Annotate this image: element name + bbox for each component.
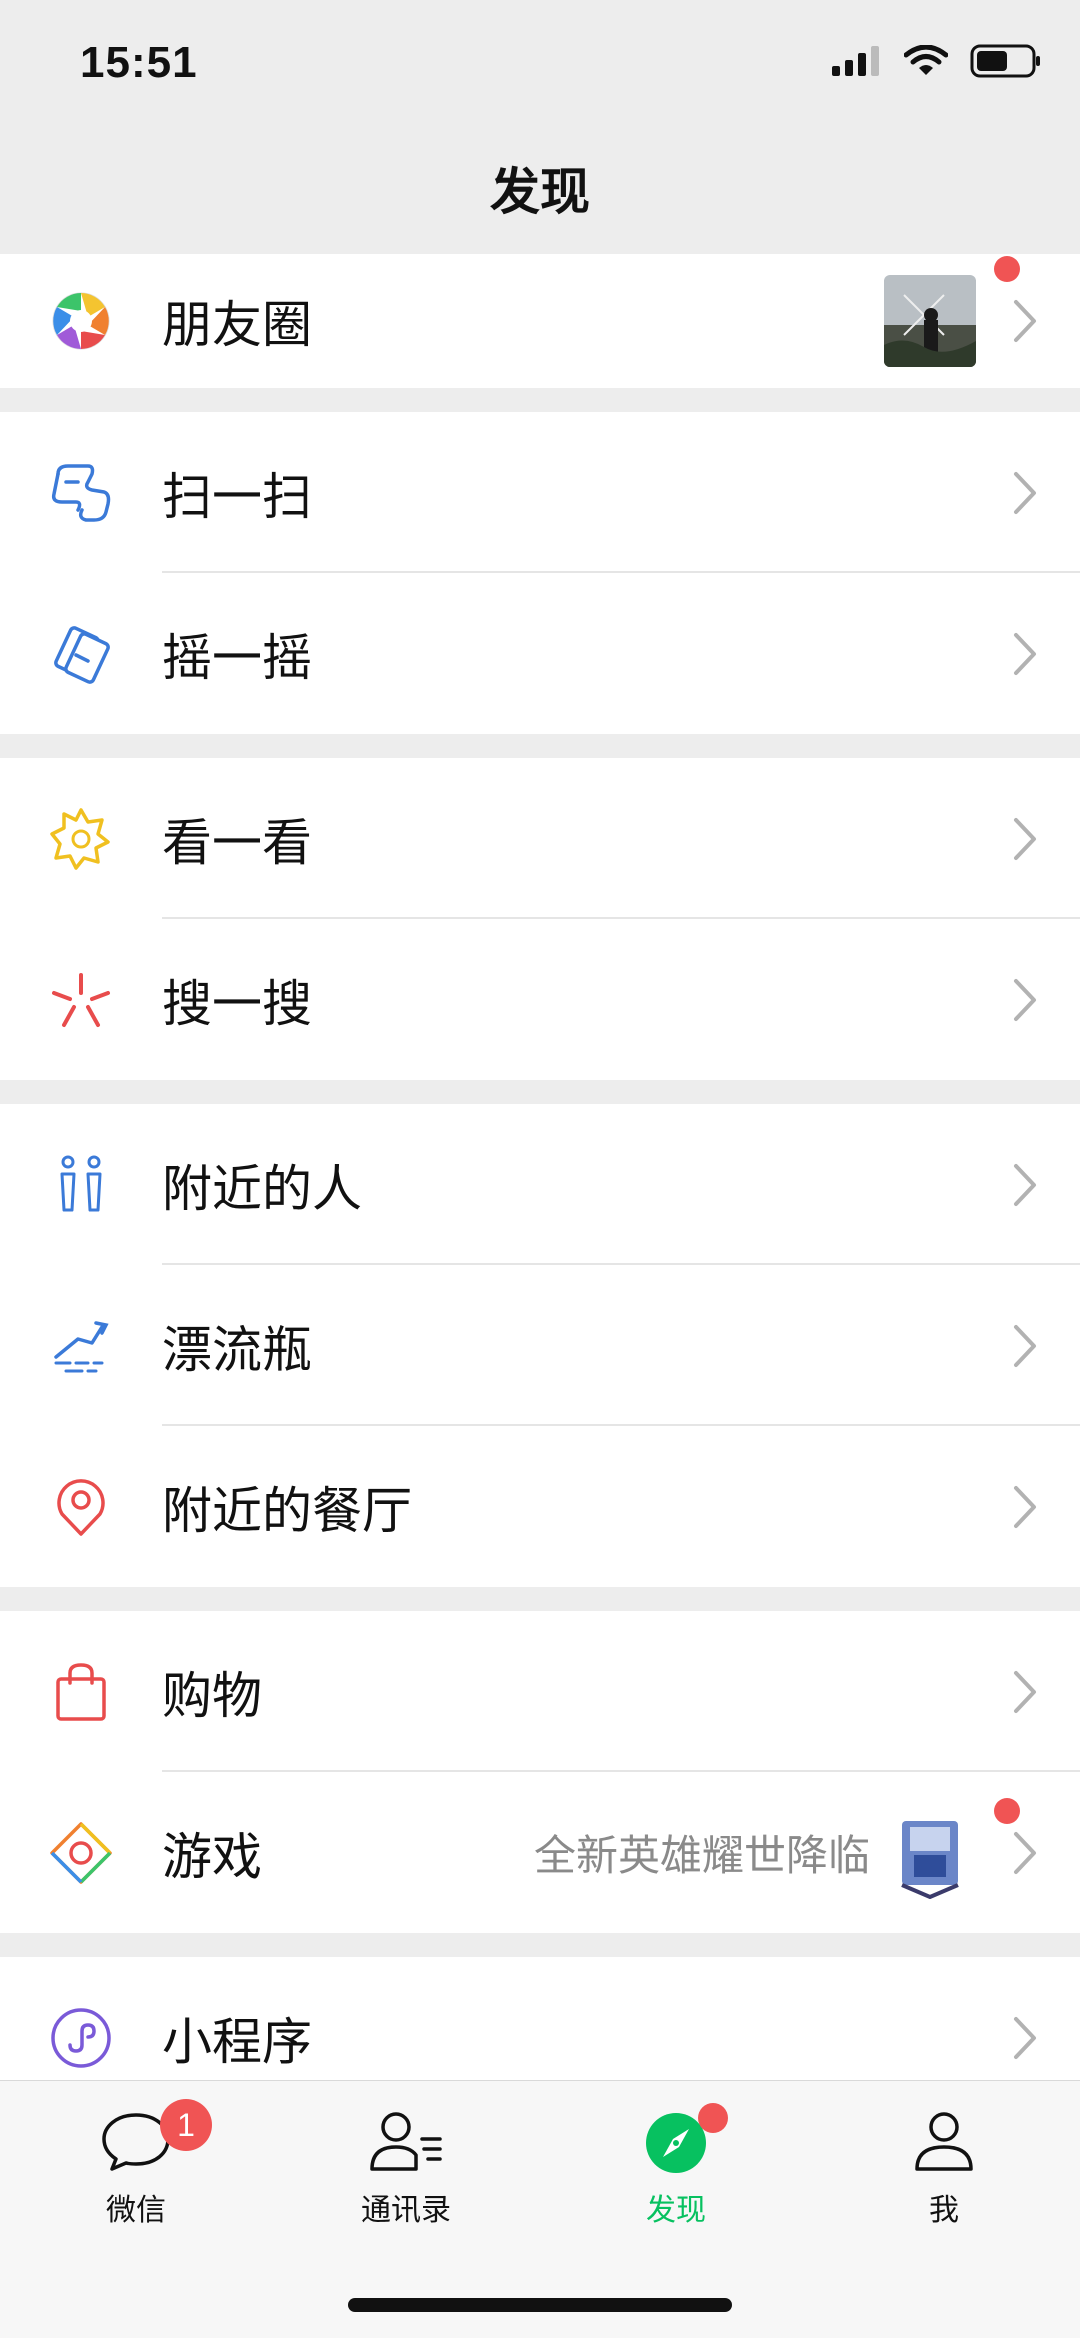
chevron-right-icon [1014, 1831, 1036, 1874]
shake-icon [54, 625, 110, 684]
tab-contacts[interactable]: 通讯录 [306, 2109, 506, 2229]
shake-label: 摇一摇 [162, 628, 312, 687]
discover-new-dot [698, 2103, 728, 2133]
list-item-drift-bottle[interactable]: 漂流瓶 [0, 1265, 1080, 1426]
location-pin-icon [57, 1478, 105, 1536]
games-thumbnail [884, 1807, 976, 1899]
restaurants-nearby-label: 附近的餐厅 [162, 1481, 412, 1540]
chevron-right-icon [1014, 1485, 1036, 1528]
group-moments: 朋友圈 [0, 254, 1080, 388]
top-stories-label: 看一看 [162, 813, 312, 872]
people-nearby-icon [60, 1155, 102, 1211]
chevron-right-icon [1014, 1324, 1036, 1367]
chevron-right-icon [1014, 817, 1036, 860]
group-shop-games: 购物 游戏 全新英雄耀世降临 [0, 1611, 1080, 1933]
nav-bar: 发现 [0, 130, 1080, 254]
tab-contacts-label: 通讯录 [361, 2193, 451, 2228]
list-item-top-stories[interactable]: 看一看 [0, 758, 1080, 919]
list-item-people-nearby[interactable]: 附近的人 [0, 1104, 1080, 1265]
games-label: 游戏 [162, 1827, 262, 1886]
contacts-icon [370, 2112, 442, 2171]
page-title: 发现 [490, 163, 590, 221]
group-look-search: 看一看 搜一搜 [0, 758, 1080, 1080]
chevron-right-icon [1014, 471, 1036, 514]
list-item-shopping[interactable]: 购物 [0, 1611, 1080, 1772]
battery-icon [970, 44, 1040, 78]
list-item-scan[interactable]: 扫一扫 [0, 412, 1080, 573]
chevron-right-icon [1014, 978, 1036, 1021]
tab-chats[interactable]: 微信 1 [36, 2099, 236, 2229]
drift-bottle-label: 漂流瓶 [162, 1320, 312, 1379]
top-stories-icon [50, 807, 110, 870]
status-time: 15:51 [80, 38, 198, 87]
list-item-shake[interactable]: 摇一摇 [0, 573, 1080, 734]
discover-list: 朋友圈 扫一扫 摇一摇 看一看 搜一搜 附近的人 漂流瓶 附近的餐厅 购物 游戏… [0, 254, 1080, 2080]
drift-bottle-icon [54, 1320, 109, 1372]
mini-programs-label: 小程序 [162, 2012, 312, 2071]
games-promo-text: 全新英雄耀世降临 [533, 1831, 870, 1880]
moments-label: 朋友圈 [162, 296, 312, 354]
scan-icon [51, 463, 111, 522]
group-nearby: 附近的人 漂流瓶 附近的餐厅 [0, 1104, 1080, 1587]
list-item-games[interactable]: 游戏 全新英雄耀世降临 [0, 1772, 1080, 1933]
chevron-right-icon [1014, 1670, 1036, 1713]
tab-me-label: 我 [929, 2193, 959, 2228]
me-person-icon [915, 2112, 973, 2171]
group-mini-programs: 小程序 [0, 1957, 1080, 2080]
chevron-right-icon [1014, 1163, 1036, 1206]
search-label: 搜一搜 [162, 974, 312, 1033]
shopping-bag-icon [56, 1662, 106, 1721]
scan-label: 扫一扫 [162, 467, 312, 526]
moments-thumbnail [884, 275, 976, 367]
tab-chats-label: 微信 [106, 2193, 166, 2228]
mini-program-icon [51, 2007, 111, 2068]
list-item-search[interactable]: 搜一搜 [0, 919, 1080, 1080]
home-indicator[interactable] [348, 2298, 732, 2312]
moments-aperture-icon [52, 292, 110, 350]
tab-discover-label: 发现 [646, 2193, 706, 2228]
chevron-right-icon [1014, 2016, 1036, 2059]
signal-icon [832, 46, 879, 76]
status-bar: 15:51 [0, 0, 1080, 130]
list-item-mini-programs[interactable]: 小程序 [0, 1957, 1080, 2080]
group-scan-shake: 扫一扫 摇一摇 [0, 412, 1080, 734]
tab-me[interactable]: 我 [844, 2109, 1044, 2229]
tab-discover[interactable]: 发现 [576, 2103, 776, 2229]
shopping-label: 购物 [162, 1666, 262, 1725]
games-new-dot [994, 1798, 1020, 1824]
list-item-restaurants-nearby[interactable]: 附近的餐厅 [0, 1426, 1080, 1587]
list-item-moments[interactable]: 朋友圈 [0, 254, 1080, 388]
moments-new-dot [994, 256, 1020, 282]
games-icon [50, 1821, 112, 1884]
people-nearby-label: 附近的人 [162, 1159, 362, 1218]
search-star-icon [52, 972, 110, 1027]
chevron-right-icon [1014, 300, 1036, 342]
unread-badge: 1 [160, 2099, 212, 2151]
wifi-icon [904, 45, 948, 75]
chevron-right-icon [1014, 632, 1036, 675]
